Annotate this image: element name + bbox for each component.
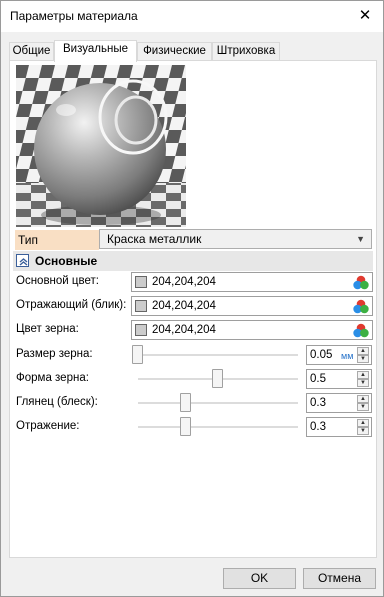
- color-palette-icon[interactable]: [353, 275, 369, 290]
- gloss-value: 0.3: [310, 397, 326, 409]
- reflective-color-label: Отражающий (блик):: [16, 299, 127, 311]
- cancel-button[interactable]: Отмена: [303, 568, 376, 589]
- grain-shape-slider-thumb[interactable]: [212, 369, 223, 388]
- reflective-color-value: 204,204,204: [152, 300, 216, 312]
- color-palette-icon[interactable]: [353, 299, 369, 314]
- spin-up-icon[interactable]: ▲: [357, 419, 369, 427]
- visual-panel: Тип материала: Краска металлик ▼ Основны…: [9, 60, 377, 558]
- spin-down-icon[interactable]: ▼: [357, 403, 369, 411]
- grain-shape-spinner[interactable]: ▲ ▼: [357, 371, 369, 387]
- title-bar: Параметры материала ✕: [1, 1, 383, 32]
- tab-hatching[interactable]: Штриховка: [212, 42, 280, 61]
- gloss-slider-track[interactable]: [138, 402, 298, 404]
- material-type-select[interactable]: Краска металлик ▼: [99, 229, 372, 249]
- tab-visual[interactable]: Визуальные: [54, 40, 137, 62]
- section-header-basic[interactable]: Основные: [13, 251, 373, 271]
- grain-size-input[interactable]: 0.05 мм ▲ ▼: [306, 345, 372, 365]
- window-title: Параметры материала: [10, 9, 138, 23]
- base-color-field[interactable]: 204,204,204: [131, 272, 373, 292]
- spin-up-icon[interactable]: ▲: [357, 347, 369, 355]
- collapse-up-icon[interactable]: [16, 254, 29, 267]
- reflective-color-field[interactable]: 204,204,204: [131, 296, 373, 316]
- color-palette-icon[interactable]: [353, 323, 369, 338]
- tab-physical[interactable]: Физические: [137, 42, 212, 61]
- grain-color-field[interactable]: 204,204,204: [131, 320, 373, 340]
- reflection-value: 0.3: [310, 421, 326, 433]
- grain-shape-label: Форма зерна:: [16, 372, 89, 384]
- grain-size-slider-thumb[interactable]: [132, 345, 143, 364]
- grain-size-slider-track[interactable]: [138, 354, 298, 356]
- color-swatch: [135, 276, 147, 288]
- spin-up-icon[interactable]: ▲: [357, 371, 369, 379]
- grain-size-unit: мм: [341, 351, 354, 361]
- base-color-value: 204,204,204: [152, 276, 216, 288]
- tab-general[interactable]: Общие: [9, 42, 54, 61]
- gloss-input[interactable]: 0.3 ▲ ▼: [306, 393, 372, 413]
- chevron-down-icon: ▼: [356, 234, 365, 244]
- material-dialog: Параметры материала ✕ Общие Визуальные Ф…: [0, 0, 384, 597]
- section-title: Основные: [35, 254, 98, 268]
- spin-down-icon[interactable]: ▼: [357, 379, 369, 387]
- color-swatch: [135, 300, 147, 312]
- gloss-spinner[interactable]: ▲ ▼: [357, 395, 369, 411]
- grain-shape-input[interactable]: 0.5 ▲ ▼: [306, 369, 372, 389]
- base-color-label: Основной цвет:: [16, 275, 99, 287]
- reflection-slider-track[interactable]: [138, 426, 298, 428]
- reflection-label: Отражение:: [16, 420, 80, 432]
- reflection-spinner[interactable]: ▲ ▼: [357, 419, 369, 435]
- grain-shape-value: 0.5: [310, 373, 326, 385]
- grain-color-value: 204,204,204: [152, 324, 216, 336]
- material-preview-image: [16, 65, 186, 227]
- gloss-label: Глянец (блеск):: [16, 396, 98, 408]
- material-type-label: Тип материала:: [15, 230, 99, 267]
- color-swatch: [135, 324, 147, 336]
- grain-size-label: Размер зерна:: [16, 348, 93, 360]
- grain-size-value: 0.05: [310, 349, 333, 361]
- reflection-input[interactable]: 0.3 ▲ ▼: [306, 417, 372, 437]
- reflection-slider-thumb[interactable]: [180, 417, 191, 436]
- material-type-value: Краска металлик: [107, 232, 202, 246]
- grain-color-label: Цвет зерна:: [16, 323, 79, 335]
- grain-size-spinner[interactable]: ▲ ▼: [357, 347, 369, 363]
- spin-down-icon[interactable]: ▼: [357, 355, 369, 363]
- gloss-slider-thumb[interactable]: [180, 393, 191, 412]
- spin-down-icon[interactable]: ▼: [357, 427, 369, 435]
- close-button[interactable]: ✕: [355, 6, 375, 26]
- spin-up-icon[interactable]: ▲: [357, 395, 369, 403]
- ok-button[interactable]: OK: [223, 568, 296, 589]
